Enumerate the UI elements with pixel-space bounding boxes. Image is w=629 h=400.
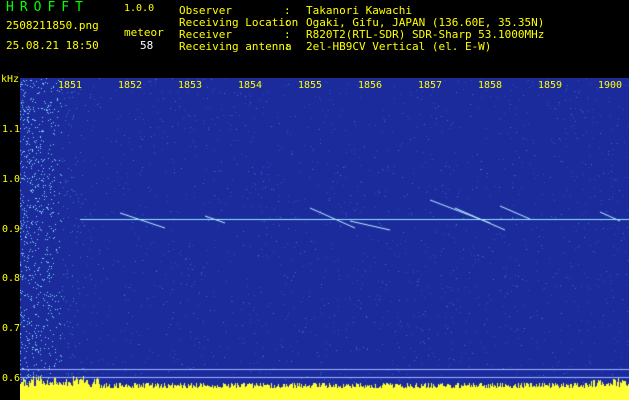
x-tick-label: 1856 (358, 80, 383, 91)
y-tick-label: 1.0 (2, 174, 21, 185)
x-tick-label: 1854 (238, 80, 263, 91)
x-tick-label: 1900 (598, 80, 623, 91)
spectrogram (20, 78, 629, 400)
timestamp: 25.08.21 18:50 (6, 39, 99, 52)
file-name: 2508211850.png (6, 19, 99, 32)
x-tick-label: 1857 (418, 80, 443, 91)
antenna-colon: : (284, 40, 291, 53)
meteor-count: 58 (140, 39, 154, 52)
x-tick-label: 1859 (538, 80, 563, 91)
count-type: meteor (124, 26, 164, 39)
x-tick-label: 1851 (58, 80, 83, 91)
y-tick-label: 0.7 (2, 323, 21, 334)
header-panel: HROFFT 1.0.0 2508211850.png meteor 25.08… (0, 0, 629, 78)
y-axis-unit: kHz (1, 74, 20, 85)
y-tick-label: 0.6 (2, 373, 21, 384)
x-tick-label: 1855 (298, 80, 323, 91)
app-version: 1.0.0 (124, 3, 155, 14)
y-tick-label: 0.9 (2, 224, 21, 235)
app-title: HROFFT (6, 0, 89, 15)
x-tick-label: 1858 (478, 80, 503, 91)
x-tick-label: 1852 (118, 80, 143, 91)
antenna-label: Receiving antenna (179, 40, 292, 53)
x-tick-label: 1853 (178, 80, 203, 91)
spectrogram-canvas (20, 78, 629, 400)
antenna-value: 2el-HB9CV Vertical (el. E-W) (306, 40, 492, 53)
y-tick-label: 0.8 (2, 273, 21, 284)
y-tick-label: 1.1 (2, 124, 21, 135)
